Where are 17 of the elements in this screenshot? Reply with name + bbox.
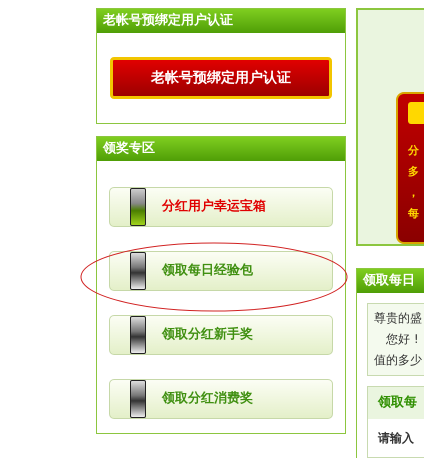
panel-title: 领取每日 [357,269,424,293]
message-line: 您好 ! [385,331,420,348]
message-line: 值的多少 [374,352,423,369]
verify-button[interactable]: 老帐号预绑定用户认证 [110,57,332,99]
panel-title: 老帐号预绑定用户认证 [97,9,345,33]
section-title: 领取每 [368,387,424,418]
banner-text: 每 [408,206,420,222]
prize-button[interactable]: 领取每日经验包 [109,251,333,291]
banner-text: 分 [408,143,420,159]
prize-button[interactable]: 领取分红新手奖 [109,315,333,355]
banner-text: 多 [408,164,420,180]
banner-text: ， [408,185,420,201]
panel-title: 领奖专区 [97,137,345,161]
input-label: 请输入 [376,430,415,446]
prize-button[interactable]: 分红用户幸运宝箱 [109,187,333,227]
prize-button[interactable]: 领取分红消费奖 [109,379,333,419]
message-line: 尊贵的盛 [374,310,423,327]
